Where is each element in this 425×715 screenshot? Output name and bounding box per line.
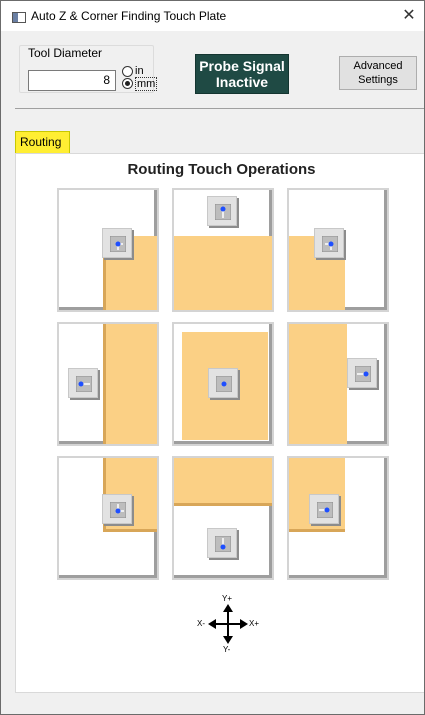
op-left-edge[interactable] <box>57 322 159 446</box>
arrow-corner-icon <box>110 502 126 518</box>
title-bar: Auto Z & Corner Finding Touch Plate ✕ <box>1 1 424 31</box>
material-block <box>174 236 272 310</box>
touch-plate-window: Auto Z & Corner Finding Touch Plate ✕ To… <box>0 0 425 715</box>
tab-routing[interactable]: Routing <box>15 131 70 153</box>
op-right-edge[interactable] <box>287 322 389 446</box>
op-bottom-edge[interactable] <box>172 456 274 580</box>
arrow-corner-icon <box>322 236 338 252</box>
y-plus-label: Y+ <box>222 594 233 603</box>
advanced-settings-button[interactable]: Advanced Settings <box>339 56 417 90</box>
probe-icon <box>207 528 237 558</box>
close-button[interactable]: ✕ <box>394 1 424 31</box>
material-block <box>174 458 272 506</box>
advanced-settings-line2: Settings <box>358 74 398 86</box>
center-dot-icon <box>216 376 232 392</box>
tool-diameter-group: Tool Diameter 8 in mm <box>19 45 158 93</box>
probe-icon <box>347 358 377 388</box>
arrow-corner-icon <box>110 236 126 252</box>
routing-title: Routing Touch Operations <box>127 161 316 178</box>
app-icon <box>12 12 26 23</box>
op-center[interactable] <box>172 322 274 446</box>
material-block <box>289 324 347 444</box>
probe-icon <box>207 196 237 226</box>
probe-signal-line2: Inactive <box>215 74 269 90</box>
unit-in-radio[interactable] <box>122 66 133 77</box>
probe-icon <box>102 494 132 524</box>
probe-icon <box>309 494 339 524</box>
x-minus-label: X- <box>197 619 205 628</box>
advanced-settings-line1: Advanced <box>353 60 403 72</box>
op-top-right-corner[interactable] <box>287 188 389 312</box>
arrow-down-icon <box>215 204 231 220</box>
op-bottom-left-corner[interactable] <box>57 456 159 580</box>
tool-diameter-label: Tool Diameter <box>26 46 105 60</box>
unit-in-label[interactable]: in <box>135 65 144 77</box>
probe-icon <box>314 228 344 258</box>
probe-signal-indicator: Probe Signal Inactive <box>195 54 289 94</box>
op-top-edge[interactable] <box>172 188 274 312</box>
axis-compass: Y+ Y- X+ X- <box>197 594 260 654</box>
material-block <box>103 324 157 444</box>
window-title: Auto Z & Corner Finding Touch Plate <box>31 9 227 23</box>
probe-icon <box>208 368 238 398</box>
probe-signal-line1: Probe Signal <box>199 58 285 74</box>
x-plus-label: X+ <box>249 619 260 628</box>
op-bottom-right-corner[interactable] <box>287 456 389 580</box>
arrow-left-icon <box>355 366 371 382</box>
op-top-left-corner[interactable] <box>57 188 159 312</box>
arrow-up-icon <box>215 536 231 552</box>
unit-mm-label[interactable]: mm <box>135 77 158 91</box>
routing-panel: Routing Touch Operations Y+ Y- X+ X- <box>15 153 424 693</box>
tool-diameter-input[interactable]: 8 <box>28 70 116 91</box>
divider <box>15 108 424 109</box>
probe-icon <box>68 368 98 398</box>
y-minus-label: Y- <box>223 645 231 654</box>
arrow-right-icon <box>76 376 92 392</box>
arrow-corner-icon <box>317 502 333 518</box>
probe-icon <box>102 228 132 258</box>
unit-mm-radio[interactable] <box>122 78 133 89</box>
